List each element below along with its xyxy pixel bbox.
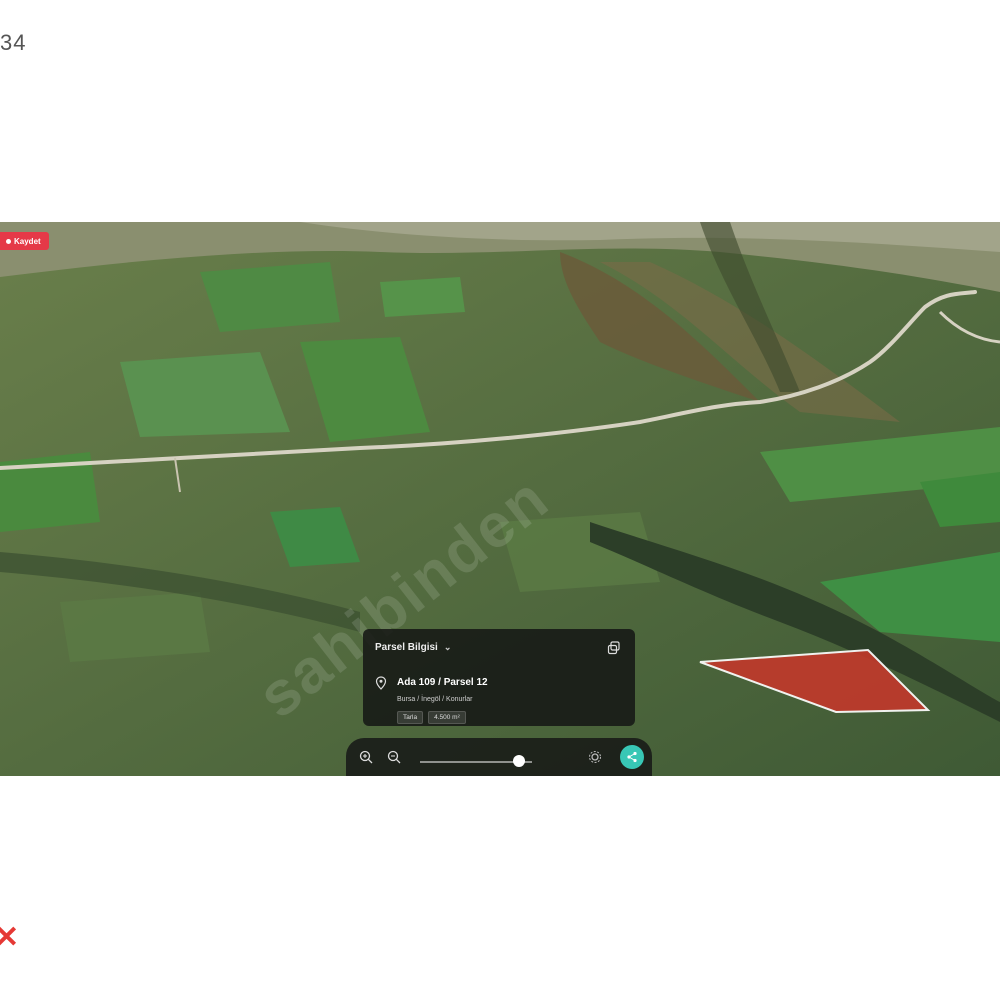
zoom-out-icon[interactable] xyxy=(386,749,402,765)
parcel-location: Bursa / İnegöl / Konurlar xyxy=(397,696,473,703)
satellite-map[interactable]: Kaydet sahibinden Parsel Bilgisi ⌄ Ada 1… xyxy=(0,222,1000,776)
zoom-slider-handle[interactable] xyxy=(512,755,525,767)
parcel-type-tag: Tarla xyxy=(397,711,424,724)
parcel-area-tag: 4.500 m² xyxy=(428,711,466,724)
chevron-down-icon: ⌄ xyxy=(443,642,452,652)
zoom-in-icon[interactable] xyxy=(358,749,374,765)
parcel-card-header-label: Parsel Bilgisi xyxy=(375,642,438,653)
page-counter: 34 xyxy=(0,30,27,55)
parcel-tags: Tarla 4.500 m² xyxy=(397,711,466,724)
parcel-card-header[interactable]: Parsel Bilgisi ⌄ xyxy=(375,642,451,653)
parcel-title: Ada 109 / Parsel 12 xyxy=(397,677,488,688)
record-dot-icon xyxy=(6,238,11,244)
copy-icon[interactable] xyxy=(607,641,621,655)
parcel-info-card: Parsel Bilgisi ⌄ Ada 109 / Parsel 12 Bur… xyxy=(363,629,635,726)
share-icon xyxy=(627,751,637,763)
brand-logo-mark: ✕ xyxy=(0,921,20,954)
record-badge[interactable]: Kaydet xyxy=(0,232,49,250)
map-toolbar xyxy=(346,738,652,776)
settings-icon[interactable] xyxy=(587,749,603,765)
share-button[interactable] xyxy=(620,745,644,769)
record-badge-label: Kaydet xyxy=(14,236,41,246)
location-pin-icon xyxy=(375,676,387,690)
